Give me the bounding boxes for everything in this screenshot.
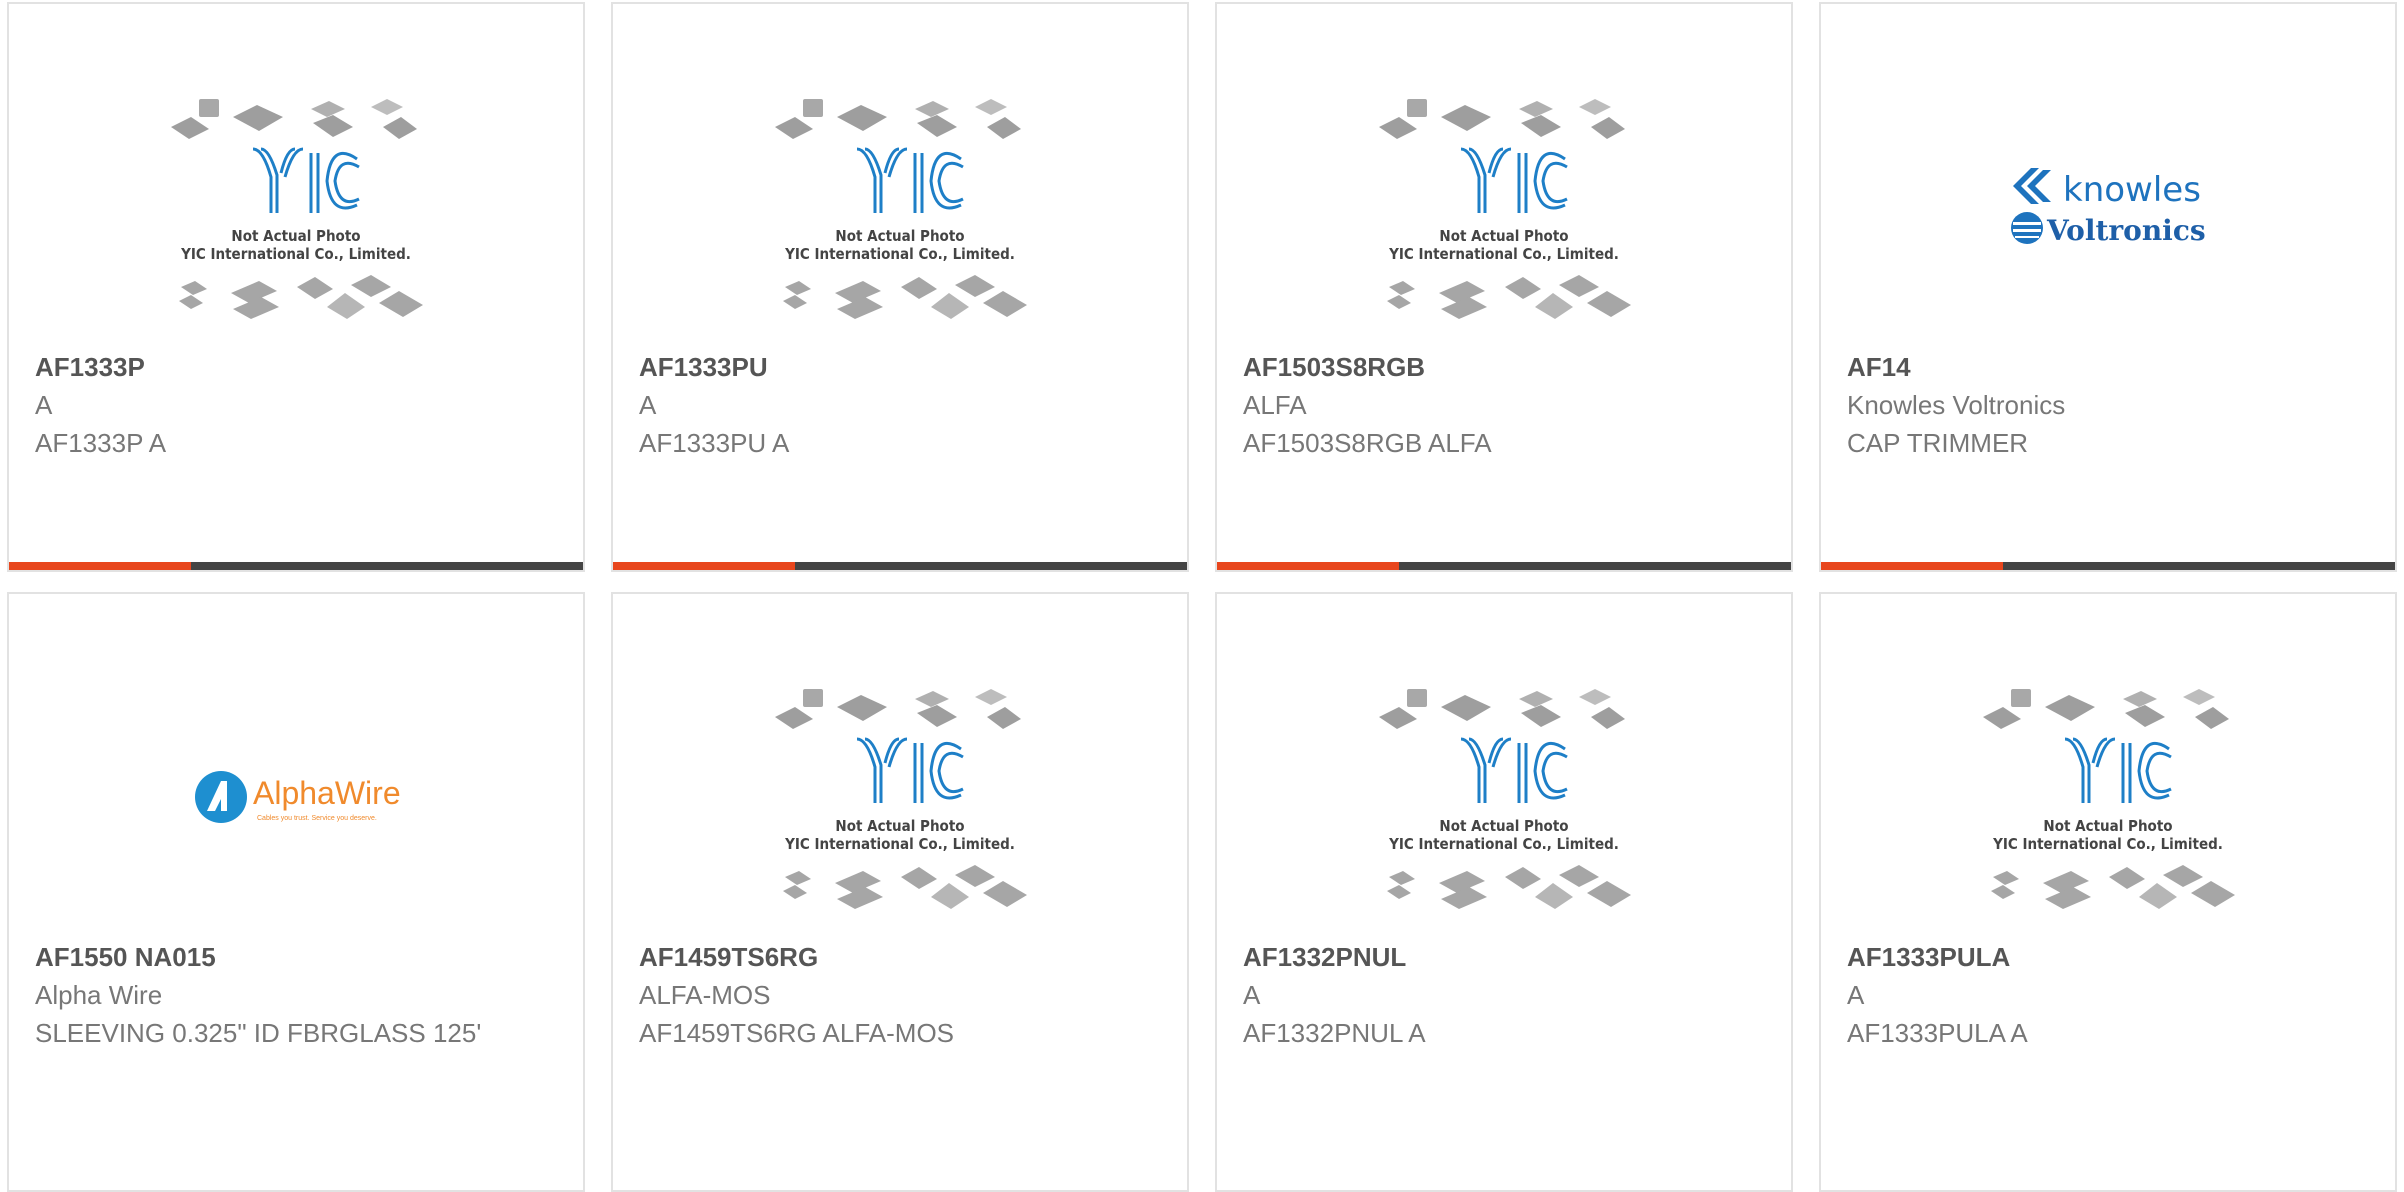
voltronics-wordmark: Voltronics <box>2047 213 2206 247</box>
knowles-voltronics-logo: knowles Voltronics <box>2003 162 2213 262</box>
product-card[interactable]: Not Actual Photo YIC International Co., … <box>611 592 1189 1192</box>
placeholder-caption-line1: Not Actual Photo <box>1439 816 1569 835</box>
placeholder-caption-line2: YIC International Co., Limited. <box>785 834 1015 853</box>
card-accent-bar <box>1821 562 2003 570</box>
alphawire-tagline: Cables you trust. Service you deserve. <box>257 814 377 822</box>
product-image: Not Actual Photo YIC International Co., … <box>1821 674 2395 929</box>
part-number-link[interactable]: AF1332PNUL <box>1243 938 1771 976</box>
card-bottom-bar <box>1217 562 1791 570</box>
card-accent-bar <box>9 562 191 570</box>
manufacturer: Alpha Wire <box>35 980 163 1010</box>
alphawire-wordmark: AlphaWire <box>253 774 401 811</box>
product-card[interactable]: AlphaWire Cables you trust. Service you … <box>7 592 585 1192</box>
description: AF1333PULA A <box>1847 1018 2028 1048</box>
placeholder-caption-line2: YIC International Co., Limited. <box>1389 834 1619 853</box>
placeholder-caption-line1: Not Actual Photo <box>1439 226 1569 245</box>
description: SLEEVING 0.325" ID FBRGLASS 125' <box>35 1018 482 1048</box>
description: AF1503S8RGB ALFA <box>1243 428 1492 458</box>
not-actual-photo-image: Not Actual Photo YIC International Co., … <box>765 87 1035 337</box>
manufacturer: Knowles Voltronics <box>1847 390 2066 420</box>
card-accent-bar <box>1217 562 1399 570</box>
description: AF1333PU A <box>639 428 790 458</box>
placeholder-caption-line2: YIC International Co., Limited. <box>1993 834 2223 853</box>
card-bottom-bar <box>1821 562 2395 570</box>
part-number-link[interactable]: AF1550 NA015 <box>35 938 563 976</box>
description: AF1332PNUL A <box>1243 1018 1426 1048</box>
manufacturer: A <box>1243 980 1261 1010</box>
product-card[interactable]: Not Actual Photo YIC International Co., … <box>1215 592 1793 1192</box>
product-card[interactable]: Not Actual Photo YIC International Co., … <box>1819 592 2397 1192</box>
placeholder-caption-line2: YIC International Co., Limited. <box>785 244 1015 263</box>
manufacturer: ALFA-MOS <box>639 980 771 1010</box>
product-image: Not Actual Photo YIC International Co., … <box>613 84 1187 339</box>
product-image: Not Actual Photo YIC International Co., … <box>613 674 1187 929</box>
not-actual-photo-image: Not Actual Photo YIC International Co., … <box>765 677 1035 927</box>
placeholder-caption-line2: YIC International Co., Limited. <box>181 244 411 263</box>
part-number-link[interactable]: AF14 <box>1847 348 2375 386</box>
manufacturer: A <box>1847 980 1865 1010</box>
manufacturer: A <box>35 390 53 420</box>
part-number-link[interactable]: AF1459TS6RG <box>639 938 1167 976</box>
product-image: knowles Voltronics <box>1821 84 2395 339</box>
placeholder-caption-line1: Not Actual Photo <box>835 816 965 835</box>
product-card[interactable]: Not Actual Photo YIC International Co., … <box>1215 2 1793 572</box>
not-actual-photo-image: Not Actual Photo YIC International Co., … <box>1369 87 1639 337</box>
part-number-link[interactable]: AF1333PULA <box>1847 938 2375 976</box>
description: AF1333P A <box>35 428 167 458</box>
part-number-link[interactable]: AF1503S8RGB <box>1243 348 1771 386</box>
not-actual-photo-image: Not Actual Photo YIC International Co., … <box>1973 677 2243 927</box>
description: AF1459TS6RG ALFA-MOS <box>639 1018 955 1048</box>
product-card[interactable]: knowles Voltronics AF14 Knowles Voltroni… <box>1819 2 2397 572</box>
not-actual-photo-image: Not Actual Photo YIC International Co., … <box>161 87 431 337</box>
product-image: Not Actual Photo YIC International Co., … <box>9 84 583 339</box>
not-actual-photo-image: Not Actual Photo YIC International Co., … <box>1369 677 1639 927</box>
part-number-link[interactable]: AF1333P <box>35 348 563 386</box>
alphawire-logo: AlphaWire Cables you trust. Service you … <box>191 767 401 837</box>
product-image: Not Actual Photo YIC International Co., … <box>1217 674 1791 929</box>
product-card[interactable]: Not Actual Photo YIC International Co., … <box>611 2 1189 572</box>
product-image: AlphaWire Cables you trust. Service you … <box>9 674 583 929</box>
card-bottom-bar <box>613 562 1187 570</box>
knowles-wordmark: knowles <box>2063 169 2201 210</box>
placeholder-caption-line1: Not Actual Photo <box>231 226 361 245</box>
description: CAP TRIMMER <box>1847 428 2029 458</box>
manufacturer: ALFA <box>1243 390 1307 420</box>
placeholder-caption-line1: Not Actual Photo <box>835 226 965 245</box>
card-bottom-bar <box>9 562 583 570</box>
card-accent-bar <box>613 562 795 570</box>
placeholder-caption-line1: Not Actual Photo <box>2043 816 2173 835</box>
product-image: Not Actual Photo YIC International Co., … <box>1217 84 1791 339</box>
part-number-link[interactable]: AF1333PU <box>639 348 1167 386</box>
manufacturer: A <box>639 390 657 420</box>
product-card[interactable]: Not Actual Photo YIC International Co., … <box>7 2 585 572</box>
placeholder-caption-line2: YIC International Co., Limited. <box>1389 244 1619 263</box>
